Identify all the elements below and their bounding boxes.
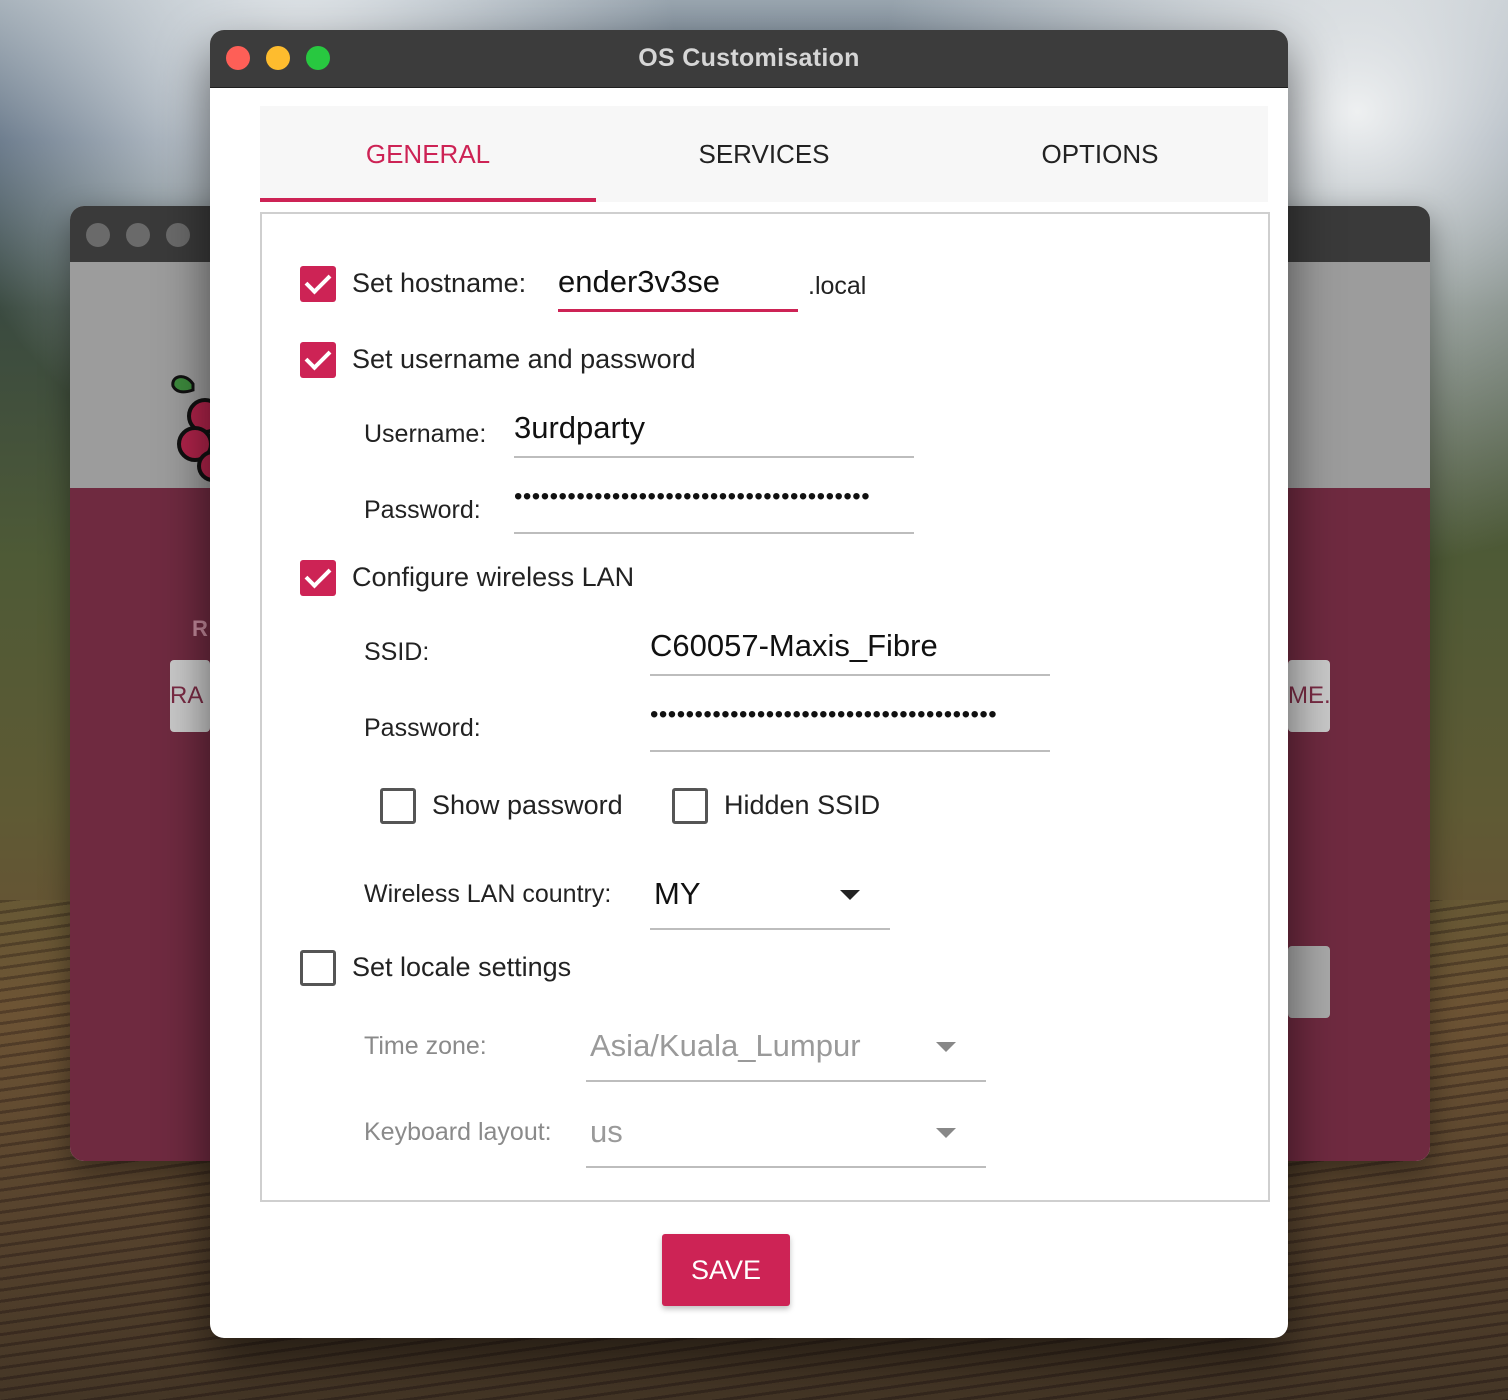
wlan-country-select[interactable]: MY bbox=[650, 864, 890, 930]
username-input[interactable] bbox=[514, 400, 914, 458]
tab-bar: GENERAL SERVICES OPTIONS bbox=[260, 106, 1268, 202]
timezone-select[interactable]: Asia/Kuala_Lumpur bbox=[586, 1016, 986, 1082]
tab-general[interactable]: GENERAL bbox=[260, 106, 596, 202]
titlebar: OS Customisation bbox=[210, 30, 1288, 88]
username-password-checkbox[interactable] bbox=[300, 342, 336, 378]
tab-options[interactable]: OPTIONS bbox=[932, 106, 1268, 202]
dropdown-arrow-icon bbox=[936, 1128, 956, 1138]
general-settings-panel: Set hostname: .local Set username and pa… bbox=[260, 212, 1270, 1202]
wifi-password-input[interactable]: ••••••••••••••••••••••••••••••••••••••• bbox=[650, 698, 1050, 752]
hostname-label: Set hostname: bbox=[352, 268, 527, 298]
username-password-label: Set username and password bbox=[352, 344, 696, 374]
wifi-password-label: Password: bbox=[364, 714, 481, 742]
timezone-value: Asia/Kuala_Lumpur bbox=[590, 1028, 861, 1063]
background-choose-storage-button[interactable]: ME.. bbox=[1288, 660, 1330, 732]
hidden-ssid-label: Hidden SSID bbox=[724, 790, 881, 820]
keyboard-layout-value: us bbox=[590, 1114, 623, 1149]
background-next-button[interactable] bbox=[1288, 946, 1330, 1018]
background-button-label: RA bbox=[170, 682, 204, 709]
wlan-country-value: MY bbox=[654, 876, 701, 911]
keyboard-layout-label: Keyboard layout: bbox=[364, 1118, 552, 1146]
window-title: OS Customisation bbox=[638, 44, 860, 72]
background-close-dot bbox=[86, 223, 110, 247]
background-choose-device-button[interactable]: RA bbox=[170, 660, 210, 732]
wireless-lan-label: Configure wireless LAN bbox=[352, 562, 635, 592]
user-password-input[interactable]: •••••••••••••••••••••••••••••••••••••••• bbox=[514, 480, 914, 534]
wireless-lan-checkbox[interactable] bbox=[300, 560, 336, 596]
tab-services[interactable]: SERVICES bbox=[596, 106, 932, 202]
background-label: R bbox=[192, 616, 208, 641]
background-maximize-dot bbox=[166, 223, 190, 247]
timezone-label: Time zone: bbox=[364, 1032, 487, 1060]
user-password-label: Password: bbox=[364, 496, 481, 524]
background-minimize-dot bbox=[126, 223, 150, 247]
locale-settings-label: Set locale settings bbox=[352, 952, 572, 982]
hostname-checkbox[interactable] bbox=[300, 266, 336, 302]
username-label: Username: bbox=[364, 420, 487, 448]
hidden-ssid-checkbox[interactable] bbox=[672, 788, 708, 824]
hostname-input[interactable] bbox=[558, 254, 798, 312]
os-customisation-dialog: OS Customisation GENERAL SERVICES OPTION… bbox=[210, 30, 1288, 1338]
ssid-label: SSID: bbox=[364, 638, 430, 666]
hostname-suffix: .local bbox=[808, 272, 867, 300]
show-password-label: Show password bbox=[432, 790, 623, 820]
ssid-input[interactable] bbox=[650, 618, 1050, 676]
show-password-checkbox[interactable] bbox=[380, 788, 416, 824]
dropdown-arrow-icon bbox=[936, 1042, 956, 1052]
wlan-country-label: Wireless LAN country: bbox=[364, 880, 612, 908]
dropdown-arrow-icon bbox=[840, 890, 860, 900]
locale-settings-checkbox[interactable] bbox=[300, 950, 336, 986]
keyboard-layout-select[interactable]: us bbox=[586, 1102, 986, 1168]
background-button-label: ME.. bbox=[1288, 682, 1330, 709]
save-button[interactable]: SAVE bbox=[662, 1234, 790, 1306]
